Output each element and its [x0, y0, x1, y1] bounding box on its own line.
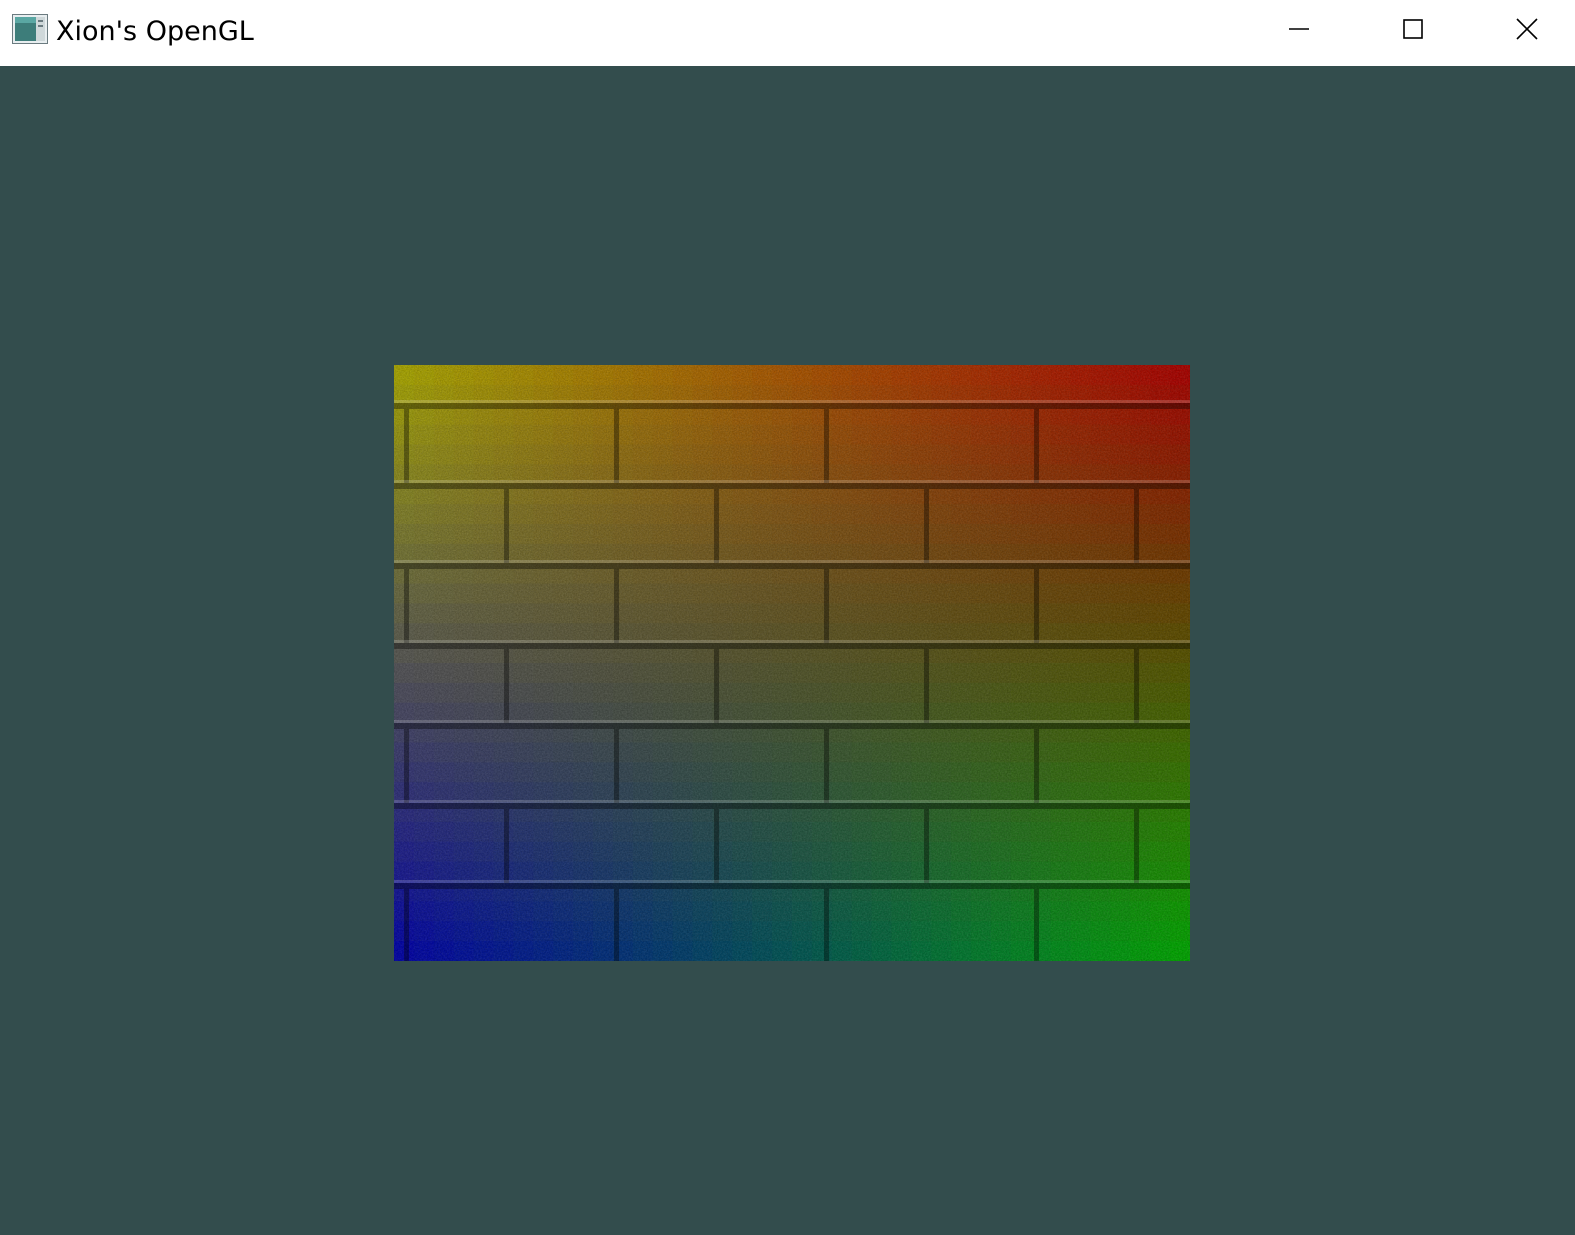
minimize-icon [1288, 18, 1310, 44]
close-button[interactable] [1471, 0, 1575, 62]
textured-quad [394, 365, 1190, 961]
maximize-button[interactable] [1357, 0, 1469, 62]
close-icon [1516, 18, 1538, 44]
window-title: Xion's OpenGL [56, 16, 254, 47]
opengl-viewport[interactable] [0, 66, 1575, 1235]
maximize-icon [1402, 18, 1424, 44]
minimize-button[interactable] [1243, 0, 1355, 62]
opengl-app-icon [12, 14, 48, 44]
brick-wall-texture [394, 365, 1190, 961]
title-bar[interactable]: Xion's OpenGL [0, 0, 1575, 66]
app-window: Xion's OpenGL [0, 0, 1575, 1235]
